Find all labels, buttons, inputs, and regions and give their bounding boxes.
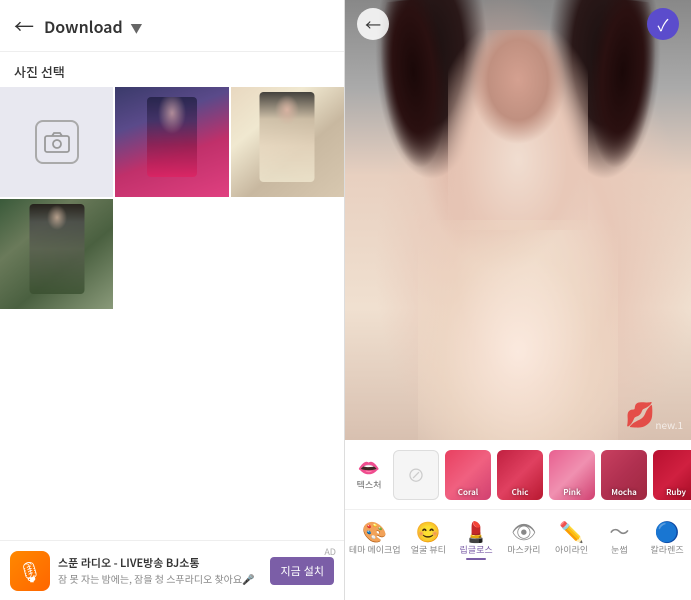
nav-item-mascara[interactable]: 👁 마스카리 — [504, 521, 544, 556]
nav-label-lip: 립글로스 — [460, 543, 493, 556]
nav-label-face: 얼굴 뷰티 — [411, 543, 446, 556]
color-swatch-mocha[interactable]: Mocha — [601, 450, 647, 500]
lip-icon: 👄 — [358, 458, 380, 476]
swatch-label-pink: Pink — [549, 487, 595, 498]
lip-section-label: 텍스처 — [357, 478, 382, 491]
photo-thumbnail-3[interactable] — [231, 87, 344, 197]
left-header: ← Download ▼ — [0, 0, 344, 52]
makeup-area: 👄 텍스처 ⊘ Coral Chic Pink Mocha — [345, 440, 691, 600]
lip-colors-row: 👄 텍스처 ⊘ Coral Chic Pink Mocha — [345, 440, 691, 510]
theme-icon: 🎨 — [362, 521, 387, 541]
color-swatch-chic[interactable]: Chic — [497, 450, 543, 500]
lash-icon: 〜 — [609, 521, 629, 541]
ad-subtitle: 잠 못 자는 밤에는, 잠을 청 스푸라디오 찾아요🎤 — [58, 571, 262, 586]
nav-item-color[interactable]: 🔵 칼라렌즈 — [647, 521, 687, 556]
nav-item-face[interactable]: 😊 얼굴 뷰티 — [408, 521, 448, 556]
ad-badge: AD — [324, 545, 336, 558]
photo-grid — [0, 87, 344, 313]
ad-icon: 🎙 — [10, 551, 50, 591]
camera-icon-wrap — [35, 120, 79, 164]
camera-cell[interactable] — [0, 87, 113, 197]
lip-nav-icon: 💄 — [464, 521, 489, 541]
header-title: Download ▼ — [44, 14, 330, 38]
beauty-hint-icon: 💋 — [625, 395, 655, 430]
nav-item-lash[interactable]: 〜 눈썹 — [599, 521, 639, 556]
color-icon: 🔵 — [655, 521, 680, 541]
lip-texture-label: 👄 텍스처 — [351, 458, 387, 491]
swatch-label-chic: Chic — [497, 487, 543, 498]
back-button[interactable]: ← — [14, 11, 34, 40]
watermark: new.1 — [655, 417, 683, 432]
swatch-label-ruby: Ruby — [653, 487, 691, 498]
nav-item-lip[interactable]: 💄 립글로스 — [456, 521, 496, 556]
ad-banner: AD 🎙 스푼 라디오 - LIVE방송 BJ소통 잠 못 자는 밤에는, 잠을… — [0, 540, 344, 600]
photo-thumbnail-2[interactable] — [115, 87, 228, 197]
section-label: 사진 선택 — [0, 52, 344, 87]
face-icon: 😊 — [416, 521, 441, 541]
none-icon: ⊘ — [407, 462, 425, 488]
nav-item-theme[interactable]: 🎨 테마 메이크업 — [349, 521, 401, 556]
color-swatch-ruby[interactable]: Ruby — [653, 450, 691, 500]
nav-label-lash: 눈썹 — [611, 543, 628, 556]
mascara-icon: 👁 — [511, 521, 536, 541]
nav-label-theme: 테마 메이크업 — [349, 543, 401, 556]
eyeliner-icon: ✏️ — [559, 521, 584, 541]
dropdown-arrow-icon[interactable]: ▼ — [130, 20, 142, 37]
left-panel: ← Download ▼ 사진 선택 — [0, 0, 345, 600]
nav-label-mascara: 마스카리 — [507, 543, 540, 556]
right-header: ← ✓ — [345, 0, 691, 48]
ad-title: 스푼 라디오 - LIVE방송 BJ소통 — [58, 555, 262, 571]
swatch-label-mocha: Mocha — [601, 487, 647, 498]
ad-text: 스푼 라디오 - LIVE방송 BJ소통 잠 못 자는 밤에는, 잠을 청 스푸… — [58, 555, 262, 586]
right-back-button[interactable]: ← — [357, 8, 389, 40]
photo-thumbnail-4[interactable] — [0, 199, 113, 309]
color-swatch-coral[interactable]: Coral — [445, 450, 491, 500]
bottom-nav: 🎨 테마 메이크업 😊 얼굴 뷰티 💄 립글로스 👁 마스카리 ✏️ 아이라인 … — [345, 510, 691, 564]
ad-install-button[interactable]: 지금 설치 — [270, 557, 334, 585]
right-confirm-button[interactable]: ✓ — [647, 8, 679, 40]
main-photo: new.1 💋 — [345, 0, 691, 440]
swatch-label-coral: Coral — [445, 487, 491, 498]
camera-icon — [43, 128, 71, 156]
color-swatch-none[interactable]: ⊘ — [393, 450, 439, 500]
nav-label-color: 칼라렌즈 — [651, 543, 684, 556]
color-swatch-pink[interactable]: Pink — [549, 450, 595, 500]
nav-label-eyeliner: 아이라인 — [555, 543, 588, 556]
right-panel: ← ✓ new.1 💋 👄 텍스처 ⊘ Coral — [345, 0, 691, 600]
nav-item-eyeliner[interactable]: ✏️ 아이라인 — [552, 521, 592, 556]
